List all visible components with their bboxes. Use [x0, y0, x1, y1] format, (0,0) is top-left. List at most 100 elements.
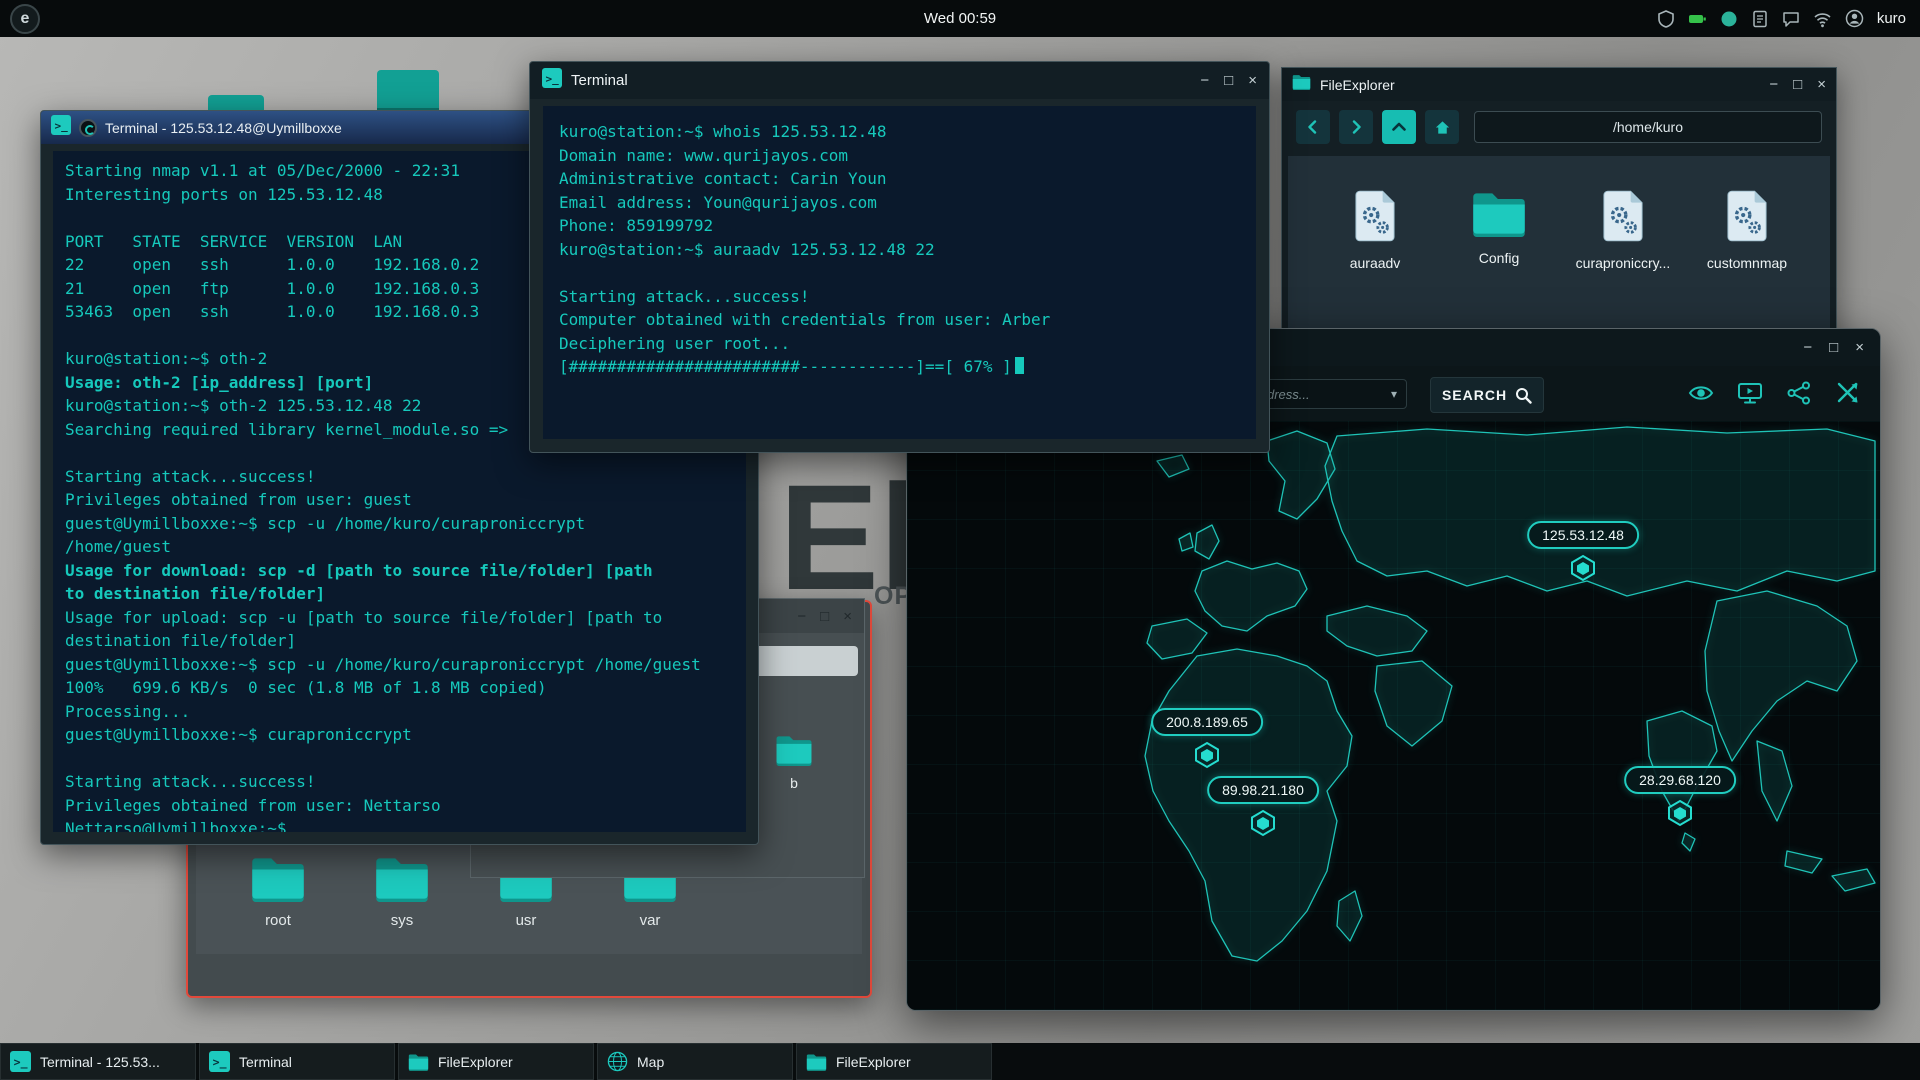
- binary-file-icon: [1564, 190, 1682, 247]
- taskbar-item-fileexplorer[interactable]: FileExplorer: [398, 1043, 594, 1080]
- map-ip-label[interactable]: 89.98.21.180: [1207, 776, 1319, 804]
- taskbar-item-label: Terminal: [239, 1054, 292, 1070]
- terminal-cursor: [1015, 357, 1024, 374]
- window-title: Terminal - 125.53.12.48@Uymillboxxe: [105, 120, 342, 136]
- binary-file-icon: [1688, 190, 1806, 247]
- tasklist-icon[interactable]: [1751, 10, 1769, 28]
- taskbar-item-map[interactable]: Map: [597, 1043, 793, 1080]
- folder-icon: [367, 855, 437, 907]
- terminal-line: Administrative contact: Carin Youn: [559, 167, 1240, 191]
- chat-icon[interactable]: [1782, 10, 1800, 28]
- logged-in-user[interactable]: kuro: [1877, 10, 1906, 27]
- folder-icon: [243, 855, 313, 907]
- crossed-arrows-icon[interactable]: [1835, 380, 1861, 411]
- file-item[interactable]: customnmap: [1688, 190, 1806, 271]
- chevron-down-icon: ▾: [1391, 387, 1397, 401]
- folder-icon: [775, 753, 813, 770]
- search-button-label: SEARCH: [1442, 387, 1507, 403]
- terminal-line: destination file/folder]: [65, 629, 734, 653]
- eye-icon[interactable]: [1688, 380, 1714, 411]
- close-button[interactable]: ×: [1817, 77, 1826, 92]
- file-item[interactable]: Config: [1440, 190, 1558, 271]
- taskbar: >_Terminal - 125.53...>_TerminalFileExpl…: [0, 1043, 1920, 1080]
- folder-item[interactable]: root: [243, 855, 313, 929]
- window-titlebar[interactable]: >_ Terminal − □ ×: [530, 62, 1269, 99]
- maximize-button[interactable]: □: [1793, 77, 1802, 92]
- map-hexagon-marker[interactable]: [1570, 554, 1596, 582]
- svg-text:>_: >_: [55, 120, 69, 133]
- path-field[interactable]: /home/kuro: [1474, 111, 1822, 143]
- local-terminal-window: >_ Terminal − □ × kuro@station:~$ whois …: [529, 61, 1270, 453]
- map-ip-label[interactable]: 200.8.189.65: [1151, 708, 1263, 736]
- map-hexagon-marker[interactable]: [1194, 741, 1220, 769]
- file-item-label: b: [771, 775, 817, 791]
- maximize-button[interactable]: □: [1224, 73, 1233, 88]
- terminal-icon: >_: [51, 115, 71, 140]
- terminal-line: kuro@station:~$ auraadv 125.53.12.48 22: [559, 238, 1240, 262]
- back-button[interactable]: [1296, 110, 1330, 144]
- taskbar-item-label: Terminal - 125.53...: [40, 1054, 160, 1070]
- taskbar-item-fileexplorer[interactable]: FileExplorer: [796, 1043, 992, 1080]
- os-logo-icon[interactable]: e: [10, 4, 40, 34]
- terminal-line: /home/guest: [65, 535, 734, 559]
- home-button[interactable]: [1425, 110, 1459, 144]
- clock: Wed 00:59: [924, 10, 996, 27]
- map-ip-label[interactable]: 28.29.68.120: [1624, 766, 1736, 794]
- terminal-line: Usage for download: scp -d [path to sour…: [65, 559, 734, 583]
- svg-text:>_: >_: [14, 1055, 28, 1070]
- file-item-label: auraadv: [1316, 255, 1434, 271]
- file-items: auraadv Configcuraproniccry...customnmap: [1288, 156, 1830, 271]
- forward-button[interactable]: [1339, 110, 1373, 144]
- terminal-line: Usage for upload: scp -u [path to source…: [65, 606, 734, 630]
- terminal-icon: >_: [542, 68, 562, 93]
- minimize-button[interactable]: −: [797, 609, 806, 624]
- maximize-button[interactable]: □: [1829, 340, 1838, 355]
- world-map[interactable]: 125.53.12.48 200.8.189.65 89.98.21.180 28.2…: [907, 421, 1880, 1010]
- folder-item-label: sys: [367, 912, 437, 929]
- terminal-line: Processing...: [65, 700, 734, 724]
- shield-icon[interactable]: [1657, 10, 1675, 28]
- ip-address-placeholder: dress...: [1267, 387, 1310, 402]
- folder-icon: [806, 1053, 827, 1071]
- share-network-icon[interactable]: [1786, 380, 1812, 411]
- status-circle-icon[interactable]: [1720, 10, 1738, 28]
- window-titlebar[interactable]: FileExplorer − □ ×: [1282, 68, 1836, 101]
- taskbar-item-terminal-125-53-[interactable]: >_ Terminal - 125.53...: [0, 1043, 196, 1080]
- search-button[interactable]: SEARCH: [1430, 377, 1544, 413]
- close-button[interactable]: ×: [843, 609, 852, 624]
- remote-screen-icon[interactable]: [1737, 380, 1763, 411]
- minimize-button[interactable]: −: [1769, 77, 1778, 92]
- minimize-button[interactable]: −: [1200, 73, 1209, 88]
- file-item[interactable]: b: [771, 734, 817, 791]
- folder-item[interactable]: sys: [367, 855, 437, 929]
- window-title: Terminal: [571, 72, 628, 89]
- world-map-svg: [907, 421, 1880, 1010]
- terminal-output[interactable]: kuro@station:~$ whois 125.53.12.48Domain…: [543, 106, 1256, 439]
- terminal-line: Computer obtained with credentials from …: [559, 308, 1240, 332]
- close-button[interactable]: ×: [1248, 73, 1257, 88]
- terminal-line: 100% 699.6 KB/s 0 sec (1.8 MB of 1.8 MB …: [65, 676, 734, 700]
- user-icon[interactable]: [1845, 9, 1864, 28]
- up-button[interactable]: [1382, 110, 1416, 144]
- file-item[interactable]: auraadv: [1316, 190, 1434, 271]
- taskbar-item-terminal[interactable]: >_Terminal: [199, 1043, 395, 1080]
- ip-address-input[interactable]: dress... ▾: [1257, 379, 1407, 409]
- map-hexagon-marker[interactable]: [1250, 809, 1276, 837]
- folder-item-label: var: [615, 912, 685, 929]
- os-logo-letter: e: [21, 10, 30, 28]
- maximize-button[interactable]: □: [820, 609, 829, 624]
- terminal-line: Starting attack...success!: [65, 465, 734, 489]
- wifi-icon[interactable]: [1813, 10, 1832, 28]
- window-title: FileExplorer: [1320, 77, 1395, 93]
- taskbar-item-label: Map: [637, 1054, 664, 1070]
- close-button[interactable]: ×: [1855, 340, 1864, 355]
- map-hexagon-marker[interactable]: [1667, 799, 1693, 827]
- terminal-line: [65, 747, 734, 771]
- battery-icon[interactable]: [1688, 10, 1707, 28]
- terminal-line: [559, 261, 1240, 285]
- connection-status-icon: [79, 119, 97, 137]
- terminal-line: Privileges obtained from user: guest: [65, 488, 734, 512]
- file-item[interactable]: curaproniccry...: [1564, 190, 1682, 271]
- map-ip-label[interactable]: 125.53.12.48: [1527, 521, 1639, 549]
- minimize-button[interactable]: −: [1803, 340, 1812, 355]
